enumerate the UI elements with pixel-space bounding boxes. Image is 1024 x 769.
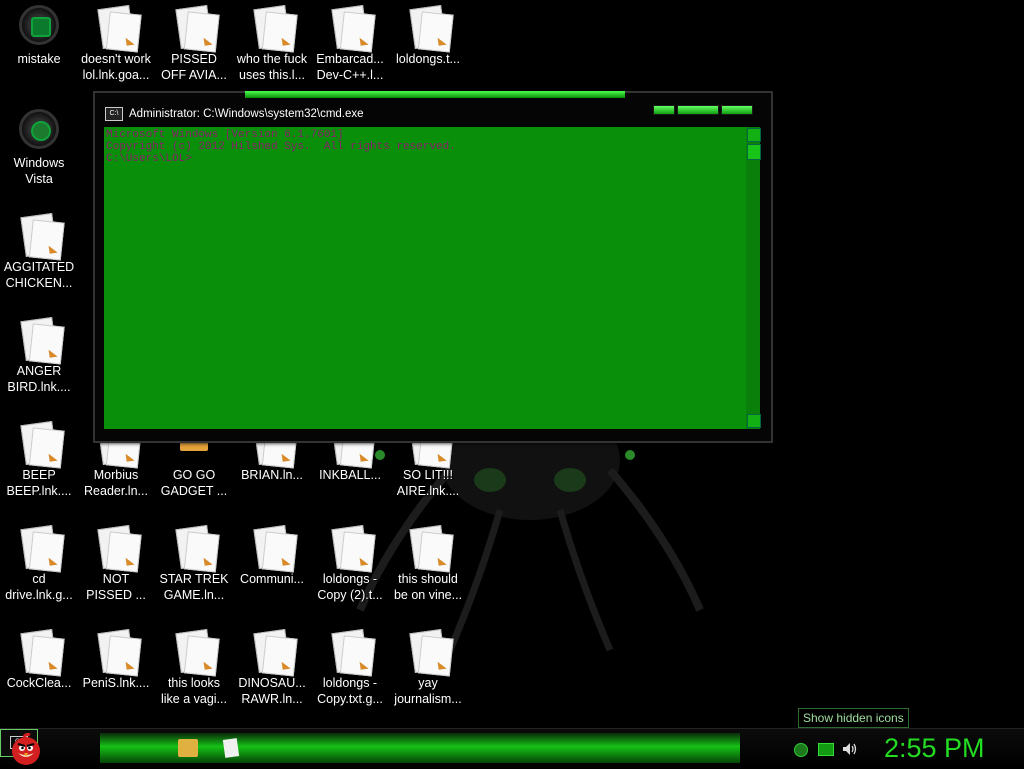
window-title-text: Administrator: C:\Windows\system32\cmd.e… [129, 108, 364, 121]
notepad-icon[interactable] [222, 738, 240, 758]
cmd-icon: C:\ [105, 107, 123, 121]
scroll-thumb[interactable] [747, 144, 761, 160]
desktop-icon[interactable]: loldongs - Copy (2).t... [311, 524, 389, 603]
document-icon [174, 628, 214, 674]
desktop-icon-label: loldongs - Copy (2).t... [317, 572, 383, 602]
document-icon [174, 4, 214, 50]
document-icon [96, 628, 136, 674]
desktop-icon[interactable]: STAR TREK GAME.ln... [155, 524, 233, 603]
console-prompt: C:\Users\LOL> [106, 153, 192, 165]
document-icon [330, 628, 370, 674]
cmd-window[interactable]: C:\ Administrator: C:\Windows\system32\cm… [93, 91, 773, 443]
document-icon [330, 4, 370, 50]
window-controls [653, 105, 753, 115]
recycle-bin-icon [19, 109, 59, 153]
document-icon [19, 316, 59, 362]
desktop-icon-label: INKBALL... [319, 468, 381, 482]
scroll-up-icon[interactable] [747, 128, 761, 142]
vertical-scrollbar[interactable] [746, 127, 761, 429]
document-icon [252, 628, 292, 674]
desktop-icon-label: AGGITATED CHICKEN... [3, 260, 75, 290]
document-icon [19, 420, 59, 466]
desktop-icon-label: mistake [17, 52, 61, 66]
desktop-icon-label: doesn't work lol.lnk.goa... [81, 52, 151, 82]
desktop-icon[interactable]: mistake [0, 5, 78, 67]
desktop-icon[interactable]: cd drive.lnk.g... [0, 524, 78, 603]
desktop-icon[interactable]: CockClea... [0, 628, 78, 691]
desktop-icon[interactable]: DINOSAU... RAWR.ln... [233, 628, 311, 707]
desktop-icon-label: Embarcad... Dev-C++.l... [316, 52, 384, 82]
desktop: mistake doesn't work lol.lnk.goa... PISSED… [0, 0, 1024, 728]
desktop-icon[interactable]: who the fuck uses this.l... [233, 4, 311, 83]
desktop-icon[interactable]: PISSED OFF AVIA... [155, 4, 233, 83]
document-icon [96, 524, 136, 570]
document-icon [252, 4, 292, 50]
desktop-icon-label: loldongs.t... [396, 52, 460, 66]
desktop-icon[interactable]: AGGITATED CHICKEN... [0, 212, 78, 291]
document-icon [96, 4, 136, 50]
document-icon [408, 4, 448, 50]
desktop-icon[interactable]: ANGER BIRD.lnk.... [0, 316, 78, 395]
document-icon [330, 524, 370, 570]
desktop-icon-label: Morbius Reader.ln... [84, 468, 148, 498]
document-icon [408, 524, 448, 570]
app-shortcut-icon [19, 5, 59, 49]
scroll-down-icon[interactable] [747, 414, 761, 428]
desktop-icon-label: PISSED OFF AVIA... [161, 52, 227, 82]
desktop-icon[interactable]: loldongs - Copy.txt.g... [311, 628, 389, 707]
desktop-icon[interactable]: doesn't work lol.lnk.goa... [77, 4, 155, 83]
desktop-icon-label: CockClea... [6, 676, 72, 690]
desktop-icon-label: this looks like a vagi... [160, 676, 227, 706]
tray-network-icon[interactable] [794, 743, 808, 757]
desktop-icon[interactable]: yay journalism... [389, 628, 467, 707]
desktop-icon[interactable]: BEEP BEEP.lnk.... [0, 420, 78, 499]
desktop-icon-label: STAR TREK GAME.ln... [159, 572, 229, 602]
desktop-icon-label: BRIAN.ln... [241, 468, 303, 482]
maximize-button[interactable] [677, 105, 719, 115]
desktop-icon[interactable]: Embarcad... Dev-C++.l... [311, 4, 389, 83]
document-icon [19, 524, 59, 570]
desktop-icon-label: NOT PISSED ... [86, 572, 146, 602]
document-icon [19, 212, 59, 258]
taskbar: C:\ [0, 728, 1024, 769]
taskbar-clock[interactable]: 2:55 PM [884, 733, 985, 764]
document-icon [174, 524, 214, 570]
console-line: Microsoft Windows [Version 6.1.7601] [106, 129, 344, 141]
window-title[interactable]: C:\ Administrator: C:\Windows\system32\cm… [105, 107, 364, 121]
desktop-icon-label: cd drive.lnk.g... [5, 572, 73, 602]
explorer-folder-icon[interactable] [178, 739, 198, 757]
desktop-icon-label: PeniS.lnk.... [82, 676, 150, 690]
desktop-icon[interactable]: PeniS.lnk.... [77, 628, 155, 691]
desktop-icon[interactable]: loldongs.t... [389, 4, 467, 67]
desktop-icon-label: ANGER BIRD.lnk.... [7, 364, 71, 394]
desktop-icon-label: Windows Vista [13, 156, 65, 186]
volume-icon[interactable] [842, 742, 858, 756]
document-icon [252, 524, 292, 570]
desktop-icon-label: loldongs - Copy.txt.g... [317, 676, 383, 706]
desktop-icon[interactable]: this should be on vine... [389, 524, 467, 603]
desktop-icon[interactable]: Windows Vista [0, 109, 78, 187]
desktop-icon-label: SO LIT!!! AIRE.lnk.... [396, 468, 460, 498]
start-button[interactable] [6, 731, 46, 767]
window-top-glow [245, 91, 625, 98]
desktop-icon[interactable]: Communi... [233, 524, 311, 587]
close-button[interactable] [721, 105, 753, 115]
desktop-icon[interactable]: this looks like a vagi... [155, 628, 233, 707]
console-line: Copyright (c) 2012 Hilshed Sys. All righ… [106, 141, 456, 153]
desktop-icon-label: yay journalism... [394, 676, 462, 706]
desktop-icon[interactable]: NOT PISSED ... [77, 524, 155, 603]
desktop-icon-label: this should be on vine... [393, 572, 463, 602]
desktop-icon-label: BEEP BEEP.lnk.... [6, 468, 72, 498]
document-icon [19, 628, 59, 674]
desktop-icon-label: Communi... [240, 572, 304, 586]
desktop-icon-label: GO GO GADGET ... [160, 468, 228, 498]
minimize-button[interactable] [653, 105, 675, 115]
desktop-icon-label: who the fuck uses this.l... [236, 52, 308, 82]
console-output[interactable]: Microsoft Windows [Version 6.1.7601] Cop… [104, 127, 746, 429]
document-icon [408, 628, 448, 674]
tray-display-icon[interactable] [818, 743, 834, 756]
desktop-icon-label: DINOSAU... RAWR.ln... [238, 676, 306, 706]
tooltip: Show hidden icons [798, 708, 909, 728]
